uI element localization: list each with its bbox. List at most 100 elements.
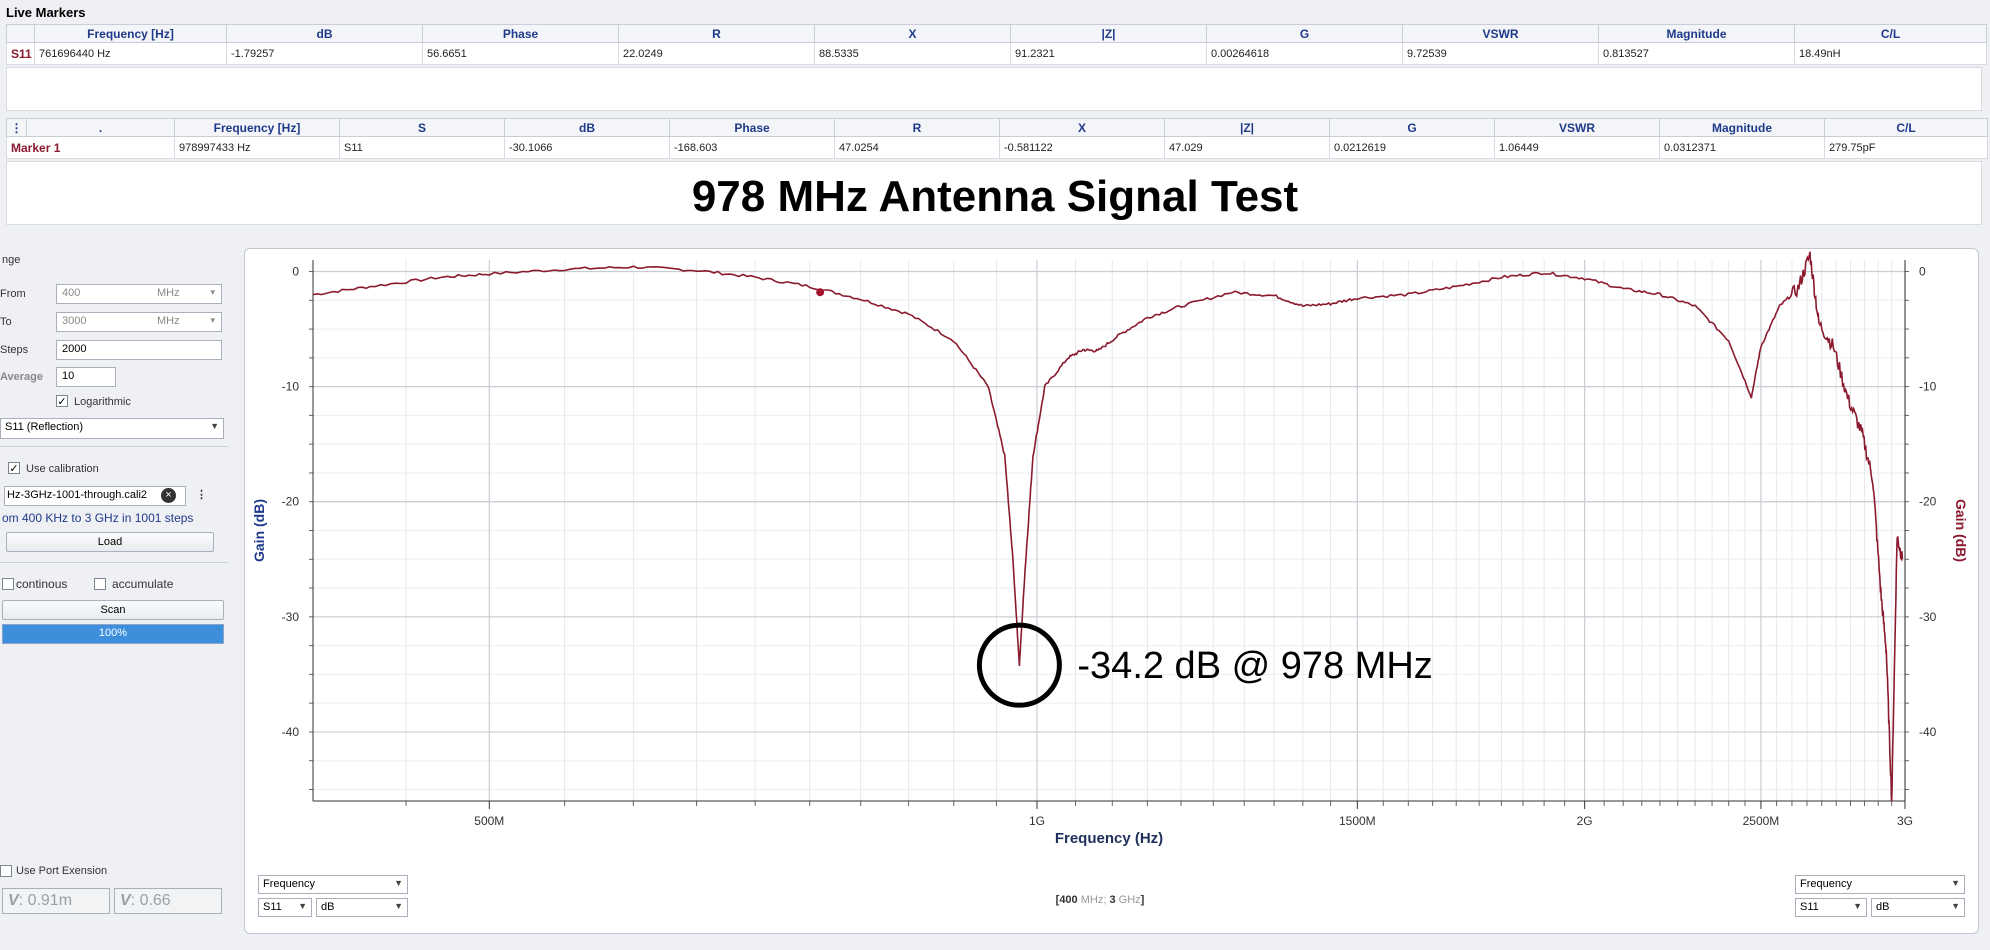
mk-col-g[interactable]: G [1329, 118, 1495, 137]
lm-col-frequency[interactable]: Frequency [Hz] [34, 24, 227, 43]
y-axis-label: Gain (dB) [251, 499, 267, 562]
continuous-checkbox[interactable] [2, 578, 14, 590]
table-cell: 0.00264618 [1206, 42, 1403, 65]
to-input[interactable]: 3000 MHz ▾ [56, 312, 222, 332]
mk-col-vswr[interactable]: VSWR [1494, 118, 1660, 137]
chevron-down-icon[interactable]: ▾ [210, 287, 215, 298]
scan-button[interactable]: Scan [2, 600, 224, 620]
from-label: From [0, 288, 26, 300]
lm-col-x[interactable]: X [814, 24, 1011, 43]
port-extension-checkbox[interactable] [0, 865, 12, 877]
use-calibration-checkbox[interactable]: ✓ [8, 462, 20, 475]
y-tick-label: -40 [282, 725, 300, 739]
calibration-file-name: Hz-3GHz-1001-through.cali2 [7, 489, 148, 501]
table-cell: 279.75pF [1824, 136, 1988, 159]
markers-table: ⋮ . Frequency [Hz] S dB Phase R X |Z| G … [6, 118, 1988, 159]
live-markers-table: Frequency [Hz] dB Phase R X |Z| G VSWR M… [6, 24, 1987, 65]
markers-menu-icon[interactable]: ⋮ [6, 118, 27, 137]
mk-col-cl[interactable]: C/L [1824, 118, 1988, 137]
table-cell: 56.6651 [422, 42, 619, 65]
scan-progress-bar: 100% [2, 624, 224, 644]
table-cell: 22.0249 [618, 42, 815, 65]
use-calibration-label: Use calibration [26, 463, 99, 475]
x-axis-select-right[interactable]: Frequency ▼ [1795, 875, 1965, 894]
mk-col-x[interactable]: X [999, 118, 1165, 137]
calibration-file-field[interactable]: Hz-3GHz-1001-through.cali2 [4, 486, 186, 506]
velocity-factor-1-field[interactable]: V: 0.91m [2, 888, 110, 914]
live-markers-title: Live Markers [6, 5, 86, 20]
mk-col-frequency[interactable]: Frequency [Hz] [174, 118, 340, 137]
live-markers-header-row: Frequency [Hz] dB Phase R X |Z| G VSWR M… [6, 24, 1987, 43]
mk-col-phase[interactable]: Phase [669, 118, 835, 137]
x-axis-select-left[interactable]: Frequency ▼ [258, 875, 408, 894]
x-axis-select-value: Frequency [263, 878, 315, 890]
x-tick-label: 2500M [1743, 814, 1780, 828]
unit-select-right[interactable]: dB ▼ [1871, 898, 1965, 917]
live-marker-row-s11[interactable]: S11 761696440 Hz -1.79257 56.6651 22.024… [6, 42, 1987, 65]
y-tick-label-right: -40 [1919, 725, 1937, 739]
unit-select-left[interactable]: dB ▼ [316, 898, 408, 917]
load-button[interactable]: Load [6, 532, 214, 552]
param-select-left[interactable]: S11 ▼ [258, 898, 312, 917]
table-cell: 978997433 Hz [174, 136, 340, 159]
velocity-factor-2-field[interactable]: V: 0.66 [114, 888, 222, 914]
marker-row-1[interactable]: Marker 1 978997433 Hz S11 -30.1066 -168.… [6, 136, 1988, 159]
table-cell: 18.49nH [1794, 42, 1987, 65]
table-cell: -30.1066 [504, 136, 670, 159]
lm-col-db[interactable]: dB [226, 24, 423, 43]
y-tick-label: -10 [282, 380, 300, 394]
from-input[interactable]: 400 MHz ▾ [56, 284, 222, 304]
chevron-down-icon[interactable]: ▾ [210, 315, 215, 326]
gain-chart[interactable]: 500M 1G 1500M 2G 2500M 3G 0 0 -10 -10 -20 -20 -30 -30… [244, 248, 1979, 934]
lm-col-g[interactable]: G [1206, 24, 1403, 43]
x-tick-label: 1G [1029, 814, 1045, 828]
mk-col-s[interactable]: S [339, 118, 505, 137]
y-tick-label-right: -10 [1919, 380, 1937, 394]
x-tick-label: 500M [474, 814, 504, 828]
range-start: [400 [1055, 894, 1078, 906]
range-unit-1: MHz; [1077, 894, 1110, 906]
range-group-label: nge [2, 254, 21, 266]
mk-col-r[interactable]: R [834, 118, 1000, 137]
mode-select[interactable]: S11 (Reflection) ▼ [0, 418, 224, 439]
table-cell: 0.813527 [1598, 42, 1795, 65]
accumulate-checkbox[interactable] [94, 578, 106, 590]
average-input[interactable]: 10 [56, 367, 116, 387]
page-title: 978 MHz Antenna Signal Test [691, 172, 1299, 221]
markers-header-row: ⋮ . Frequency [Hz] S dB Phase R X |Z| G … [6, 118, 1988, 137]
mk-col-db[interactable]: dB [504, 118, 670, 137]
marker-point[interactable] [816, 288, 825, 297]
vf2-label: V [120, 892, 131, 909]
mk-col-magnitude[interactable]: Magnitude [1659, 118, 1825, 137]
range-close: ] [1140, 894, 1145, 906]
lm-col-r[interactable]: R [618, 24, 815, 43]
lm-col-z[interactable]: |Z| [1010, 24, 1207, 43]
table-cell: 0.0312371 [1659, 136, 1825, 159]
lm-col-magnitude[interactable]: Magnitude [1598, 24, 1795, 43]
table-cell: -0.581122 [999, 136, 1165, 159]
chevron-down-icon: ▼ [1951, 901, 1960, 911]
more-options-icon[interactable]: ⋮ [196, 488, 207, 501]
param-select-right[interactable]: S11 ▼ [1795, 898, 1867, 917]
to-value: 3000 [62, 315, 87, 327]
logarithmic-checkbox[interactable]: ✓ [56, 395, 68, 408]
mode-value: S11 (Reflection) [5, 421, 84, 433]
lm-col-phase[interactable]: Phase [422, 24, 619, 43]
mk-col-name[interactable]: . [26, 118, 175, 137]
x-axis-select-value: Frequency [1800, 878, 1852, 890]
clear-icon[interactable]: × [161, 488, 176, 503]
steps-input[interactable]: 2000 [56, 340, 222, 360]
chevron-down-icon: ▼ [298, 901, 307, 911]
vf2-value: : 0.66 [130, 892, 171, 909]
chevron-down-icon: ▼ [210, 421, 219, 431]
lm-col-cl[interactable]: C/L [1794, 24, 1987, 43]
chevron-down-icon: ▼ [394, 901, 403, 911]
accumulate-label: accumulate [112, 577, 174, 591]
table-cell: 1.06449 [1494, 136, 1660, 159]
lm-col-vswr[interactable]: VSWR [1402, 24, 1599, 43]
mk-col-z[interactable]: |Z| [1164, 118, 1330, 137]
range-unit-2: GHz [1115, 894, 1141, 906]
table-cell: 0.0212619 [1329, 136, 1495, 159]
sweep-settings-panel: nge From 400 MHz ▾ To 3000 MHz ▾ Steps 2… [0, 240, 233, 950]
table-cell: -168.603 [669, 136, 835, 159]
